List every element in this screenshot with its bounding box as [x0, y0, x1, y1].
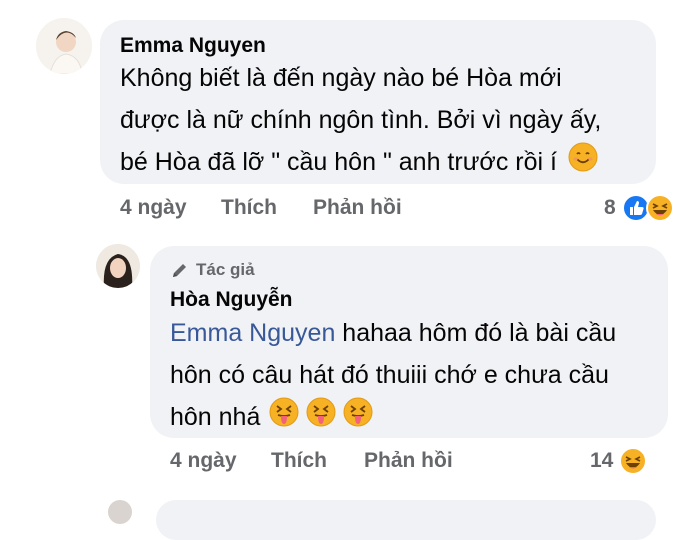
reply-text-line: Emma Nguyen hahaa hôm đó là bài cầu	[170, 312, 670, 354]
mention-link[interactable]: Emma Nguyen	[170, 319, 335, 347]
reply-author[interactable]: Hòa Nguyễn	[170, 288, 293, 312]
comment-author[interactable]: Emma Nguyen	[120, 34, 266, 58]
reply-text-segment: hahaa hôm đó là bài cầu	[335, 319, 617, 347]
author-badge: Tác giả	[170, 260, 255, 280]
avatar-hoa[interactable]	[96, 244, 140, 288]
reply-text-line: hôn nhá	[170, 396, 670, 440]
avatar-emma[interactable]	[36, 18, 92, 74]
comment-time[interactable]: 4 ngày	[120, 196, 187, 220]
comment-text-line: được là nữ chính ngôn tình. Bởi vì ngày …	[120, 106, 602, 134]
squint-tongue-emoji-icon	[343, 397, 373, 440]
reply-text: Emma Nguyen hahaa hôm đó là bài cầu hôn …	[170, 312, 670, 440]
reply-time[interactable]: 4 ngày	[170, 449, 237, 473]
haha-icon	[645, 194, 674, 222]
smile-emoji-icon	[568, 142, 598, 185]
reaction-summary[interactable]: 8	[604, 192, 674, 224]
haha-icon	[619, 447, 648, 475]
comment-text-line: Không biết là đến ngày nào bé Hòa mới	[120, 64, 562, 92]
squint-tongue-emoji-icon	[306, 397, 336, 440]
avatar-next[interactable]	[108, 500, 132, 524]
comment-text-line: bé Hòa đã lỡ " cầu hôn " anh trước rồi í	[120, 141, 660, 185]
comment-text-segment: bé Hòa đã lỡ " cầu hôn " anh trước rồi í	[120, 148, 557, 176]
author-tag-label: Tác giả	[196, 260, 255, 279]
comment-text: Không biết là đến ngày nào bé Hòa mới đư…	[120, 57, 660, 185]
squint-tongue-emoji-icon	[269, 397, 299, 440]
reply-reply-button[interactable]: Phản hồi	[364, 449, 453, 473]
reaction-count: 8	[604, 196, 616, 219]
like-button[interactable]: Thích	[221, 196, 277, 220]
reply-text-line: hôn có câu hát đó thuiii chớ e chưa cầu	[170, 361, 609, 389]
reply-like-button[interactable]: Thích	[271, 449, 327, 473]
reply-text-segment: hôn nhá	[170, 403, 261, 431]
reply-button[interactable]: Phản hồi	[313, 196, 402, 220]
reply-reaction-summary[interactable]: 14	[590, 445, 648, 477]
next-comment-bubble	[156, 500, 656, 540]
pencil-icon	[170, 260, 190, 280]
reaction-count: 14	[590, 449, 614, 472]
